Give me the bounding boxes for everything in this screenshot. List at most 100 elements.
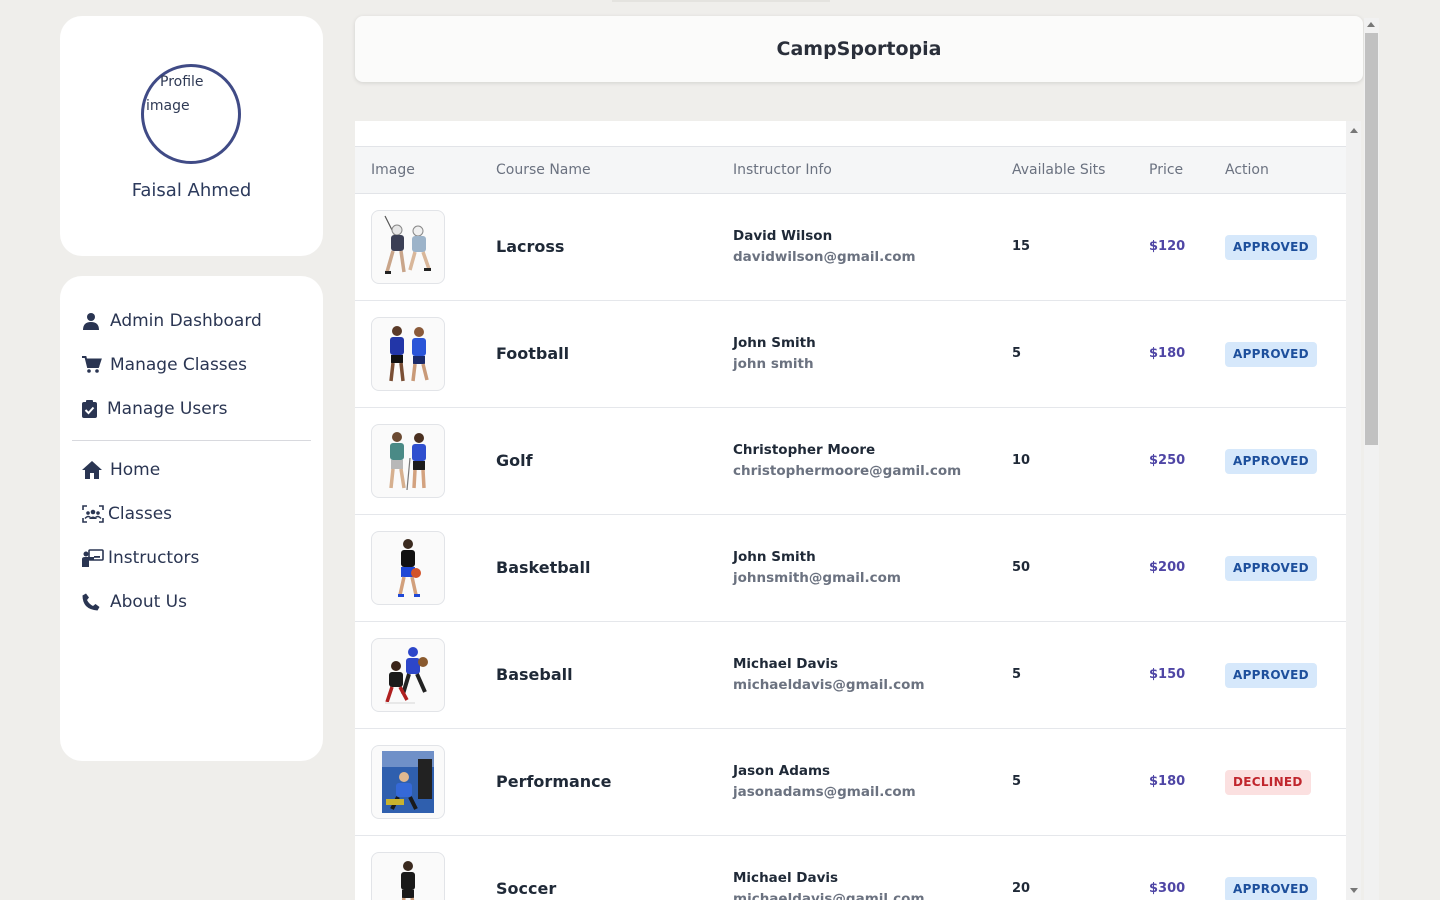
sidebar-item-instructors[interactable]: Instructors: [82, 543, 199, 573]
table-scroll-up-arrow-icon[interactable]: [1350, 128, 1358, 133]
sidebar-item-label: Instructors: [108, 548, 200, 568]
table-row: Soccer Michael Davis michaeldavis@gamil.…: [355, 836, 1346, 900]
status-badge[interactable]: APPROVED: [1225, 556, 1317, 581]
course-name: Baseball: [496, 665, 573, 684]
sidebar-item-label: About Us: [110, 592, 187, 612]
column-header-action: Action: [1225, 162, 1269, 178]
golf-players-image: [389, 432, 426, 491]
table-scroll-down-arrow-icon[interactable]: [1350, 888, 1358, 893]
status-badge[interactable]: DECLINED: [1225, 770, 1311, 795]
course-name: Golf: [496, 451, 533, 470]
table-scrollbar[interactable]: [1346, 121, 1361, 900]
sidebar-item-admin-dashboard[interactable]: Admin Dashboard: [82, 306, 262, 336]
sidebar-item-label: Home: [110, 460, 161, 480]
home-icon: [82, 459, 110, 481]
instructor-name: Jason Adams: [733, 763, 831, 779]
available-seats: 20: [1012, 881, 1031, 896]
course-name: Basketball: [496, 558, 591, 577]
sidebar-item-label: Manage Users: [107, 399, 228, 419]
table-row: Golf Christopher Moore christophermoore@…: [355, 408, 1346, 515]
table-row: Baseball Michael Davis michaeldavis@gmai…: [355, 622, 1346, 729]
status-badge[interactable]: APPROVED: [1225, 449, 1317, 474]
instructor-name: John Smith: [733, 549, 816, 565]
course-image: [371, 638, 445, 712]
sidebar-item-home[interactable]: Home: [82, 455, 160, 485]
course-image: [371, 531, 445, 605]
course-price: $180: [1149, 774, 1186, 789]
sidebar-item-label: Manage Classes: [110, 355, 247, 375]
course-image: [371, 210, 445, 284]
sidebar-item-label: Admin Dashboard: [110, 311, 262, 331]
sidebar-item-manage-users[interactable]: Manage Users: [82, 394, 228, 424]
instructor-name: Michael Davis: [733, 656, 839, 672]
instructor-email: john smith: [733, 356, 814, 372]
table-row: Performance Jason Adams jasonadams@gmail…: [355, 729, 1346, 836]
instructor-email: michaeldavis@gamil.com: [733, 891, 925, 900]
group-icon: [82, 503, 108, 525]
instructor-email: johnsmith@gmail.com: [733, 570, 901, 586]
basketball-player-image: [398, 539, 421, 597]
course-name: Lacross: [496, 237, 565, 256]
profile-name: Faisal Ahmed: [131, 180, 252, 201]
course-price: $150: [1149, 667, 1186, 682]
course-image: [371, 852, 445, 900]
status-badge[interactable]: APPROVED: [1225, 235, 1317, 260]
page-scrollbar-thumb[interactable]: [1365, 33, 1378, 445]
page-scrollbar[interactable]: [1364, 18, 1379, 900]
table-row: Lacross David Wilson davidwilson@gmail.c…: [355, 194, 1346, 301]
scroll-up-arrow-icon[interactable]: [1367, 22, 1375, 27]
profile-image-alt: Profile image: [146, 74, 204, 114]
status-badge[interactable]: APPROVED: [1225, 877, 1317, 900]
course-price: $300: [1149, 881, 1186, 896]
instructor-email: christophermoore@gamil.com: [733, 463, 962, 479]
sidebar-item-about-us[interactable]: About Us: [82, 587, 187, 617]
course-image: [371, 424, 445, 498]
table-row: Basketball John Smith johnsmith@gmail.co…: [355, 515, 1346, 622]
status-badge[interactable]: APPROVED: [1225, 342, 1317, 367]
phone-icon: [82, 591, 110, 613]
top-edge-shadow: [612, 0, 830, 2]
instructor-email: davidwilson@gmail.com: [733, 249, 916, 265]
course-name: Performance: [496, 772, 612, 791]
sidebar-divider: [72, 440, 311, 441]
instructor-name: John Smith: [733, 335, 816, 351]
column-header-price: Price: [1149, 162, 1184, 178]
sidebar-item-manage-classes[interactable]: Manage Classes: [82, 350, 247, 380]
instructor-name: Michael Davis: [733, 870, 839, 886]
course-name: Soccer: [496, 879, 557, 898]
instructor-email: jasonadams@gmail.com: [733, 784, 916, 800]
course-name: Football: [496, 344, 570, 363]
available-seats: 10: [1012, 453, 1031, 468]
course-image: [371, 745, 445, 819]
table-row: Football John Smith john smith 5 $180 AP…: [355, 301, 1346, 408]
sidebar-item-label: Classes: [108, 504, 173, 524]
sidebar-item-classes[interactable]: Classes: [82, 499, 172, 529]
instructor-email: michaeldavis@gmail.com: [733, 677, 925, 693]
performance-training-image: [382, 751, 434, 813]
lacrosse-players-image: [384, 215, 431, 274]
sidebar-nav: Admin Dashboard Manage Classes Manage Us…: [60, 276, 323, 761]
course-price: $200: [1149, 560, 1186, 575]
status-badge[interactable]: APPROVED: [1225, 663, 1317, 688]
avatar[interactable]: Profile image: [141, 64, 241, 164]
course-price: $120: [1149, 239, 1186, 254]
profile-card: Profile image Faisal Ahmed: [60, 16, 323, 256]
course-image: [371, 317, 445, 391]
available-seats: 50: [1012, 560, 1031, 575]
football-players-image: [389, 326, 429, 382]
baseball-players-image: [385, 647, 428, 704]
classes-table: Image Course Name Instructor Info Availa…: [355, 121, 1346, 900]
app-title: CampSportopia: [776, 38, 942, 60]
app-header: CampSportopia: [355, 16, 1363, 82]
course-price: $180: [1149, 346, 1186, 361]
clipboard-check-icon: [82, 398, 107, 420]
instructor-name: Christopher Moore: [733, 442, 876, 458]
course-price: $250: [1149, 453, 1186, 468]
instructor-name: David Wilson: [733, 228, 833, 244]
column-header-image: Image: [371, 162, 415, 178]
available-seats: 15: [1012, 239, 1031, 254]
cart-icon: [82, 354, 110, 376]
soccer-player-image: [401, 861, 415, 900]
available-seats: 5: [1012, 667, 1022, 682]
available-seats: 5: [1012, 346, 1022, 361]
